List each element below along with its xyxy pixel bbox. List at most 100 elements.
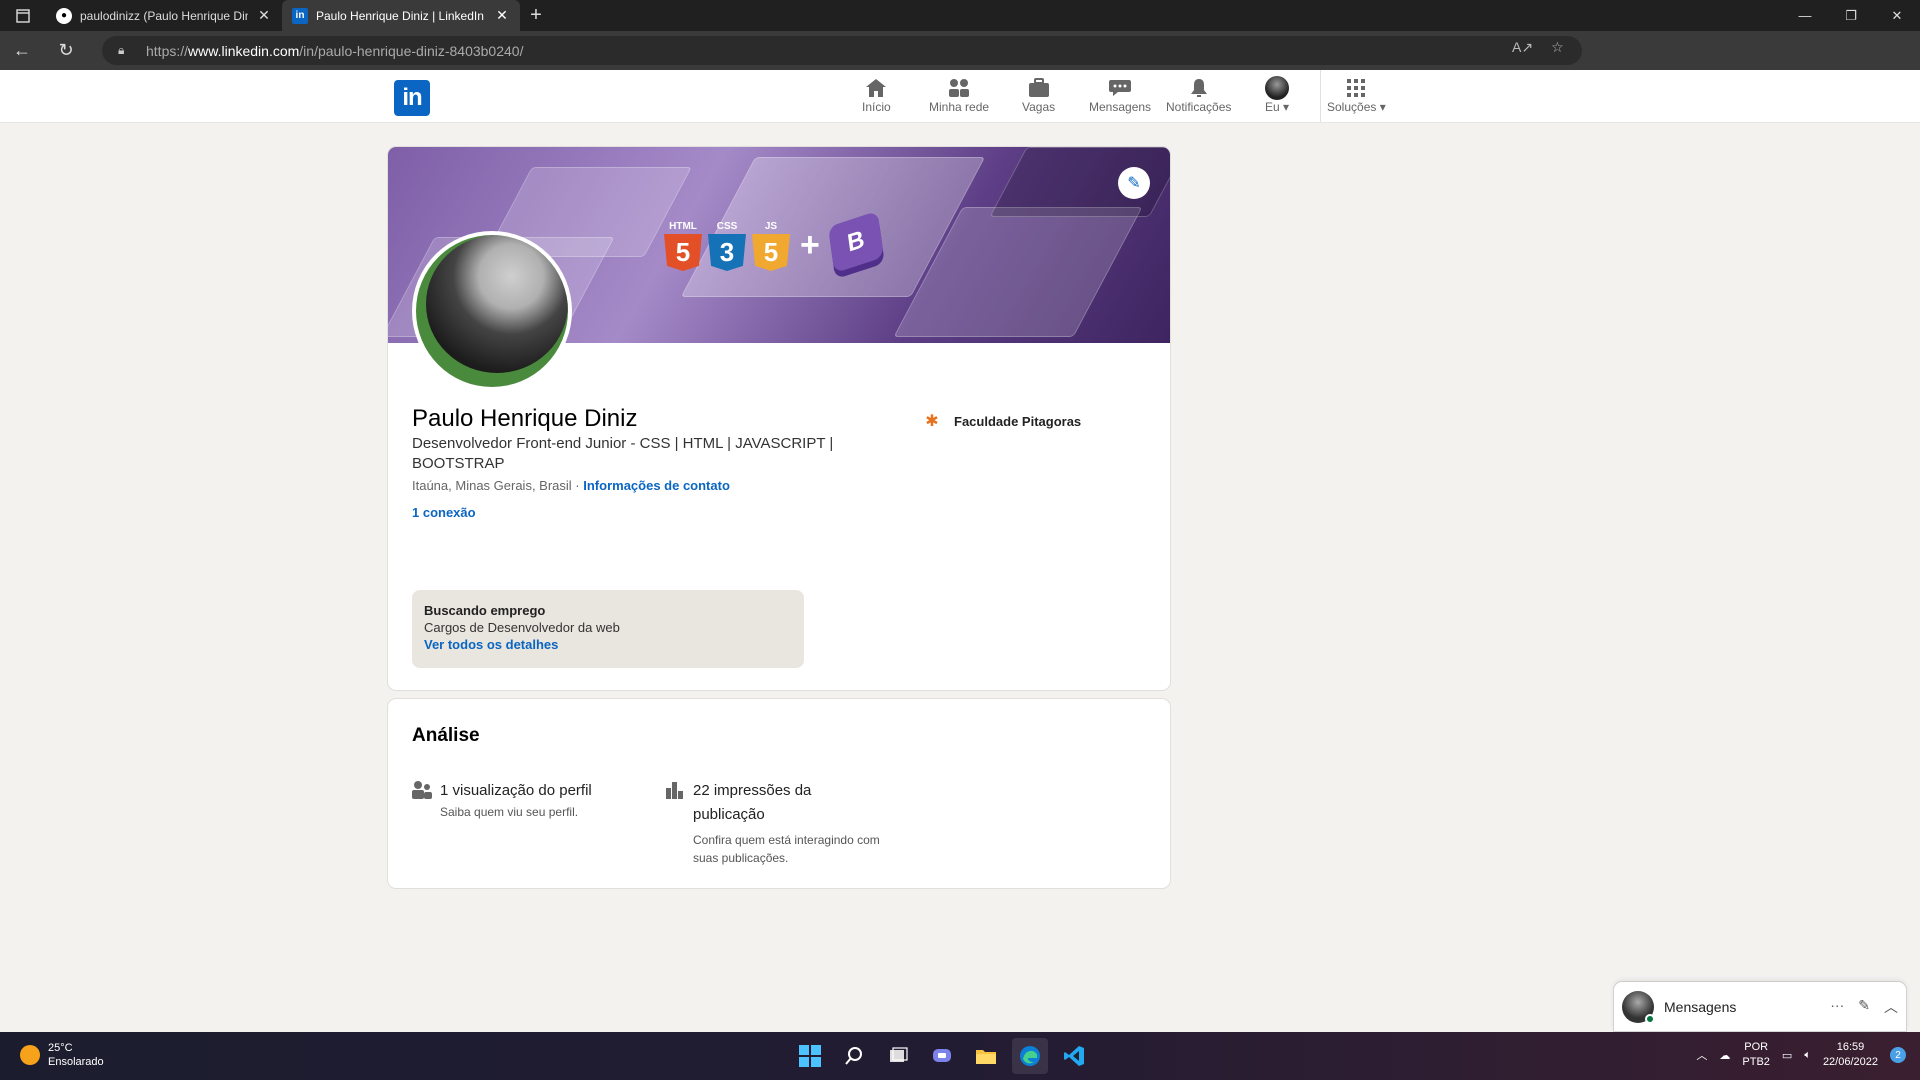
nav-label: Vagas [1022, 100, 1056, 114]
nav-label: Eu [1265, 100, 1280, 114]
close-icon[interactable]: ✕ [494, 7, 510, 24]
minimize-button[interactable]: — [1782, 0, 1828, 31]
profile-card: HTML 5 CSS 3 JS 5 + B ✎ #OPENTOWORK Paul… [388, 147, 1170, 690]
html5-badge: HTML 5 [664, 221, 702, 271]
weather-widget[interactable]: 25°C Ensolarado [20, 1041, 104, 1069]
nav-solutions-label: Soluções ▾ [1327, 100, 1386, 114]
analytics-title: Análise [412, 725, 480, 746]
nav-notifications[interactable]: Notificações [1166, 76, 1231, 120]
profile-views-headline: 1 visualização do perfil [440, 782, 592, 799]
nav-divider [1320, 70, 1321, 122]
task-view-icon[interactable] [880, 1038, 916, 1074]
edge-browser-icon[interactable] [1012, 1038, 1048, 1074]
address-bar[interactable]: 🔒︎ https://www.linkedin.com/in/paulo-hen… [102, 36, 1582, 65]
network-icon[interactable]: ▭ [1782, 1049, 1792, 1062]
linkedin-navbar: in Início Minha rede Vagas Mensagens Not… [0, 70, 1920, 123]
profile-photo[interactable]: #OPENTOWORK [412, 231, 572, 391]
browser-tab-bar: ● paulodinizz (Paulo Henrique Din ✕ in P… [0, 0, 1920, 31]
job-search-details-link[interactable]: Ver todos os detalhes [424, 636, 792, 653]
open-to-work-frame: #OPENTOWORK [416, 235, 568, 387]
onedrive-cloud-icon[interactable]: ☁ [1719, 1049, 1730, 1062]
nav-me[interactable]: Eu ▾ [1265, 76, 1289, 120]
nav-messages[interactable]: Mensagens [1089, 76, 1151, 120]
file-explorer-icon[interactable] [968, 1038, 1004, 1074]
taskbar-apps [792, 1038, 1092, 1074]
language-indicator[interactable]: POR PTB2 [1742, 1040, 1770, 1070]
post-impressions-text: 22 impressões da publicação Confira quem… [693, 779, 883, 867]
location-text: Itaúna, Minas Gerais, Brasil [412, 478, 572, 493]
badge-shield: 5 [752, 233, 790, 271]
windows-taskbar: 25°C Ensolarado ︿ ☁ POR PTB2 ▭ 🔈︎ 16:59 … [0, 1032, 1920, 1080]
tab-title: paulodinizz (Paulo Henrique Din [80, 8, 248, 23]
network-icon [948, 76, 970, 100]
browser-toolbar: ← ↻ 🔒︎ https://www.linkedin.com/in/paulo… [0, 31, 1920, 92]
compose-icon[interactable]: ✎ [1858, 997, 1870, 1017]
notification-badge[interactable]: 2 [1890, 1047, 1906, 1063]
profile-views-text: 1 visualização do perfil Saiba quem viu … [440, 779, 592, 821]
windows-start-icon[interactable] [792, 1038, 828, 1074]
plus-icon: + [800, 226, 820, 264]
profile-views-sub: Saiba quem viu seu perfil. [440, 805, 579, 819]
profile-views-item[interactable]: 1 visualização do perfil Saiba quem viu … [412, 779, 632, 821]
new-tab-button[interactable]: + [520, 0, 552, 31]
volume-icon[interactable]: 🔈︎ [1804, 1049, 1811, 1062]
briefcase-icon [1028, 76, 1050, 100]
pencil-icon: ✎ [1127, 175, 1141, 192]
chevron-up-icon[interactable]: ︿ [1884, 997, 1898, 1017]
post-impressions-headline: 22 impressões da publicação [693, 782, 812, 823]
teams-chat-icon[interactable] [924, 1038, 960, 1074]
reload-button[interactable]: ↻ [44, 31, 88, 70]
connections-link[interactable]: 1 conexão [412, 505, 476, 520]
post-impressions-item[interactable]: 22 impressões da publicação Confira quem… [665, 779, 885, 867]
home-icon [865, 76, 887, 100]
clock[interactable]: 16:59 22/06/2022 [1823, 1040, 1878, 1070]
chevron-down-icon: ▾ [1379, 100, 1386, 114]
nav-solutions[interactable]: Soluções ▾ [1327, 76, 1386, 120]
more-options-icon[interactable]: ··· [1830, 997, 1844, 1017]
js-badge: JS 5 [752, 221, 790, 271]
close-icon[interactable]: ✕ [256, 7, 272, 24]
url-path: /in/paulo-henrique-diniz-8403b0240/ [299, 42, 524, 59]
edit-banner-button[interactable]: ✎ [1118, 167, 1150, 199]
chevron-up-icon[interactable]: ︿ [1696, 1047, 1707, 1063]
profile-location: Itaúna, Minas Gerais, Brasil · Informaçõ… [412, 478, 730, 493]
bootstrap-badge: B [827, 210, 884, 274]
job-search-title: Buscando emprego [424, 603, 546, 618]
nav-home[interactable]: Início [862, 76, 891, 120]
messaging-overlay[interactable]: Mensagens ··· ✎ ︿ [1614, 982, 1906, 1031]
messaging-title: Mensagens [1664, 998, 1737, 1015]
education-item[interactable]: ✱ Faculdade Pitagoras [918, 407, 1081, 435]
nav-label: Início [862, 100, 891, 114]
back-button[interactable]: ← [0, 31, 44, 70]
sun-icon [20, 1045, 40, 1065]
people-icon [412, 779, 432, 821]
tab-actions-icon[interactable] [0, 0, 46, 31]
nav-me-label: Eu ▾ [1265, 100, 1289, 114]
job-search-roles: Cargos de Desenvolvedor da web [424, 620, 620, 635]
linkedin-logo[interactable]: in [394, 80, 430, 116]
browser-tab-github[interactable]: ● paulodinizz (Paulo Henrique Din ✕ [46, 0, 282, 31]
bar-chart-icon [665, 779, 685, 867]
contact-info-link[interactable]: Informações de contato [583, 478, 730, 493]
favorite-star-icon[interactable]: ☆ [1551, 39, 1564, 56]
vscode-icon[interactable] [1056, 1038, 1092, 1074]
github-icon: ● [56, 7, 72, 24]
tab-title: Paulo Henrique Diniz | LinkedIn [316, 8, 484, 23]
browser-tab-linkedin[interactable]: in Paulo Henrique Diniz | LinkedIn ✕ [282, 0, 520, 31]
school-logo-icon: ✱ [918, 407, 946, 435]
badge-shield: 5 [664, 233, 702, 271]
window-close-button[interactable]: ✕ [1874, 0, 1920, 31]
avatar [1622, 990, 1655, 1024]
open-to-work-box[interactable]: Buscando emprego Cargos de Desenvolvedor… [412, 590, 804, 668]
nav-jobs[interactable]: Vagas [1022, 76, 1055, 120]
restore-button[interactable]: ❐ [1828, 0, 1874, 31]
weather-text: 25°C Ensolarado [48, 1041, 104, 1069]
lock-icon: 🔒︎ [118, 43, 125, 57]
bell-icon [1189, 76, 1209, 100]
temperature: 25°C [48, 1042, 73, 1054]
nav-network[interactable]: Minha rede [929, 76, 989, 120]
read-aloud-icon[interactable]: A↗ [1512, 39, 1533, 56]
search-icon[interactable] [836, 1038, 872, 1074]
clock-time: 16:59 [1836, 1041, 1865, 1053]
url-host: www.linkedin.com [188, 42, 300, 59]
